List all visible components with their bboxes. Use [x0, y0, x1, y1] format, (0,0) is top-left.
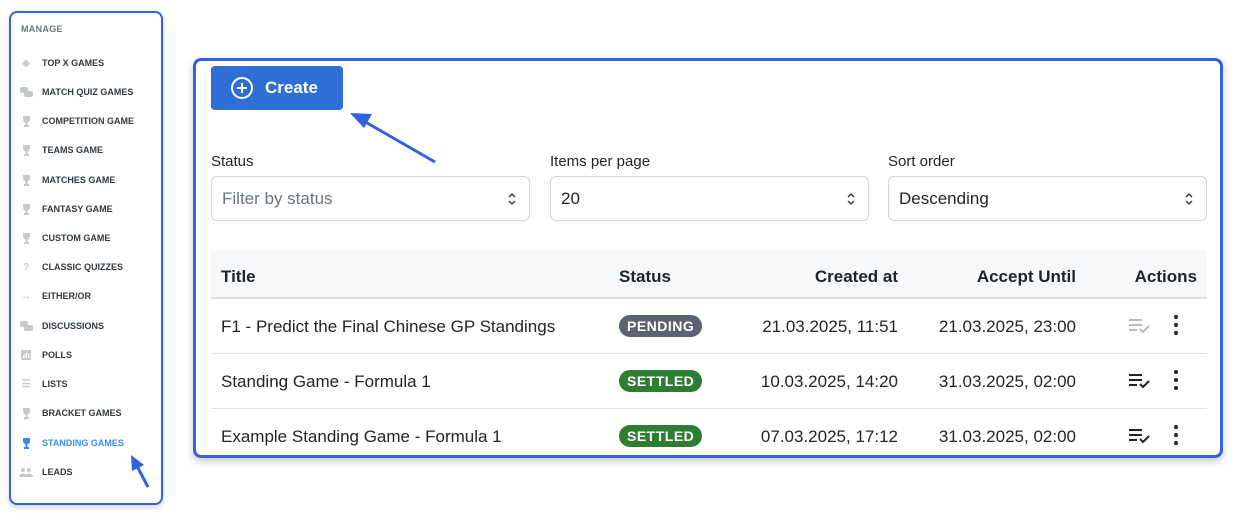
- sidebar-item-label: CUSTOM GAME: [42, 233, 111, 243]
- create-button[interactable]: Create: [211, 66, 343, 110]
- sidebar-item-label: LISTS: [42, 379, 68, 389]
- more-options-icon[interactable]: [1169, 368, 1183, 392]
- trophy-icon: [19, 143, 33, 157]
- sidebar-item-label: MATCHES GAME: [42, 175, 116, 185]
- settle-checklist-icon[interactable]: [1127, 314, 1151, 336]
- table-row[interactable]: Standing Game - Formula 1 SETTLED 10.03.…: [211, 354, 1207, 409]
- status-badge: PENDING: [619, 315, 703, 337]
- plus-circle-icon: [231, 77, 253, 99]
- sidebar-item-label: POLLS: [42, 350, 73, 360]
- sidebar-item-standing-games[interactable]: STANDING GAMES: [19, 433, 155, 453]
- sidebar-item-bracket-games[interactable]: BRACKET GAMES: [19, 403, 155, 423]
- trophy-icon: [19, 202, 33, 216]
- row-title: F1 - Predict the Final Chinese GP Standi…: [221, 317, 556, 336]
- sidebar-item-label: EITHER/OR: [42, 291, 92, 301]
- sidebar-item-competition-game[interactable]: COMPETITION GAME: [19, 111, 155, 131]
- column-status: Status: [619, 267, 671, 286]
- table-row[interactable]: Example Standing Game - Formula 1 SETTLE…: [211, 409, 1207, 455]
- more-options-icon[interactable]: [1169, 423, 1183, 447]
- sidebar: MANAGE ◈ TOP X GAMES MATCH QUIZ GAMES CO…: [9, 11, 163, 505]
- sidebar-item-discussions[interactable]: DISCUSSIONS: [19, 316, 155, 336]
- settle-checklist-icon[interactable]: [1127, 369, 1151, 391]
- chat-bubbles-icon: [19, 85, 33, 99]
- status-badge: SETTLED: [619, 370, 703, 392]
- chevron-up-down-icon: [1185, 193, 1193, 205]
- poll-icon: [19, 348, 33, 362]
- items-per-page-label: Items per page: [550, 153, 651, 170]
- sidebar-item-label: FANTASY GAME: [42, 204, 113, 214]
- users-icon: [19, 465, 33, 479]
- trophy-icon: [19, 406, 33, 420]
- sidebar-item-match-quiz-games[interactable]: MATCH QUIZ GAMES: [19, 82, 155, 102]
- status-filter-placeholder: Filter by status: [222, 188, 333, 208]
- diamond-icon: ◈: [22, 57, 30, 69]
- create-button-label: Create: [265, 78, 318, 97]
- table-header: Title Status Created at Accept Until Act…: [211, 251, 1207, 299]
- column-actions: Actions: [1134, 267, 1197, 286]
- sidebar-item-classic-quizzes[interactable]: ? CLASSIC QUIZZES: [19, 257, 155, 277]
- trophy-icon: [19, 114, 33, 128]
- sidebar-item-label: DISCUSSIONS: [42, 321, 105, 331]
- arrows-left-right-icon: ↔: [21, 290, 31, 302]
- list-icon: ☰: [21, 378, 31, 390]
- trophy-icon: [19, 436, 33, 450]
- sidebar-item-teams-game[interactable]: TEAMS GAME: [19, 140, 155, 160]
- table-row[interactable]: F1 - Predict the Final Chinese GP Standi…: [211, 299, 1207, 354]
- row-created-at: 10.03.2025, 14:20: [760, 372, 898, 391]
- row-created-at: 21.03.2025, 11:51: [762, 317, 898, 336]
- sort-order-value: Descending: [899, 188, 989, 208]
- status-filter-label: Status: [211, 153, 254, 170]
- status-badge: SETTLED: [619, 425, 703, 447]
- sidebar-item-label: LEADS: [42, 467, 73, 477]
- items-per-page-select[interactable]: 20: [550, 176, 869, 221]
- row-accept-until: 21.03.2025, 23:00: [938, 317, 1076, 336]
- row-accept-until: 31.03.2025, 02:00: [938, 372, 1076, 391]
- row-title: Example Standing Game - Formula 1: [221, 427, 502, 446]
- row-created-at: 07.03.2025, 17:12: [760, 427, 898, 446]
- sidebar-item-label: COMPETITION GAME: [42, 116, 134, 126]
- sidebar-item-either-or[interactable]: ↔ EITHER/OR: [19, 286, 155, 306]
- status-filter-select[interactable]: Filter by status: [211, 176, 530, 221]
- trophy-icon: [19, 173, 33, 187]
- sidebar-item-fantasy-game[interactable]: FANTASY GAME: [19, 199, 155, 219]
- sidebar-item-label: CLASSIC QUIZZES: [42, 262, 124, 272]
- column-created-at: Created at: [814, 267, 898, 286]
- settle-checklist-icon[interactable]: [1127, 424, 1151, 446]
- sidebar-item-label: STANDING GAMES: [42, 438, 124, 448]
- sidebar-item-leads[interactable]: LEADS: [19, 462, 155, 482]
- sidebar-item-top-x-games[interactable]: ◈ TOP X GAMES: [19, 53, 155, 73]
- sidebar-item-matches-game[interactable]: MATCHES GAME: [19, 170, 155, 190]
- column-accept-until: Accept Until: [976, 267, 1076, 286]
- row-accept-until: 31.03.2025, 02:00: [938, 427, 1076, 446]
- row-title: Standing Game - Formula 1: [221, 372, 431, 391]
- trophy-icon: [19, 231, 33, 245]
- sidebar-item-label: BRACKET GAMES: [42, 408, 122, 418]
- sort-order-select[interactable]: Descending: [888, 176, 1207, 221]
- more-options-icon[interactable]: [1169, 313, 1183, 337]
- sidebar-heading: MANAGE: [21, 24, 63, 34]
- chevron-up-down-icon: [847, 193, 855, 205]
- chat-bubbles-icon: [19, 319, 33, 333]
- question-icon: ?: [22, 261, 30, 273]
- items-per-page-value: 20: [561, 188, 580, 208]
- sidebar-item-label: MATCH QUIZ GAMES: [42, 87, 134, 97]
- sidebar-item-label: TEAMS GAME: [42, 145, 104, 155]
- column-title: Title: [221, 267, 256, 286]
- sidebar-item-lists[interactable]: ☰ LISTS: [19, 374, 155, 394]
- sidebar-item-label: TOP X GAMES: [42, 58, 105, 68]
- chevron-up-down-icon: [508, 193, 516, 205]
- standing-games-panel: Create Status Filter by status Items per…: [193, 58, 1223, 458]
- sort-order-label: Sort order: [888, 153, 955, 170]
- sidebar-item-polls[interactable]: POLLS: [19, 345, 155, 365]
- sidebar-item-custom-game[interactable]: CUSTOM GAME: [19, 228, 155, 248]
